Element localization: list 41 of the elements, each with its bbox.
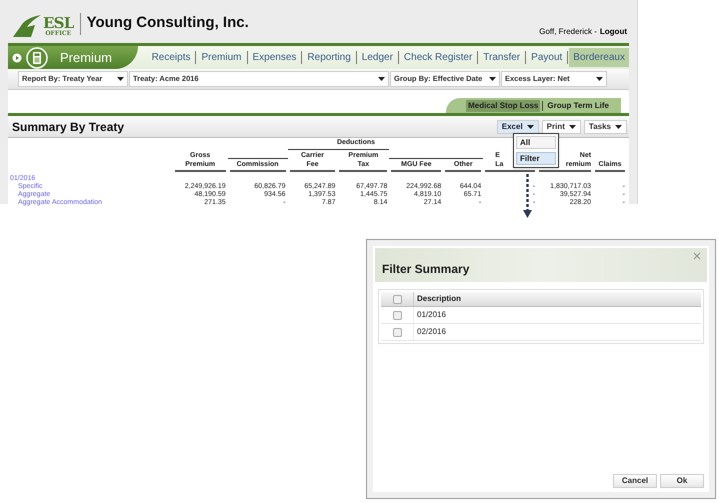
dialog-title: Filter Summary [382, 261, 470, 278]
close-icon[interactable] [693, 252, 701, 260]
menu-item[interactable]: Filter [516, 152, 556, 165]
action-button[interactable]: Tasks [584, 120, 627, 134]
action-button[interactable]: Excel [496, 120, 539, 134]
nav-tab[interactable]: Ledger [358, 48, 397, 67]
logout-link[interactable]: Logout [600, 26, 627, 38]
nav-tab[interactable]: Check Register [400, 48, 476, 67]
dialog-button[interactable]: Cancel [613, 474, 657, 488]
nav-tab[interactable]: Expenses [248, 48, 300, 67]
calculator-icon [26, 46, 48, 68]
checkbox[interactable] [392, 294, 402, 304]
nav-tab[interactable]: Payout [527, 48, 566, 67]
caret-icon [117, 77, 124, 81]
report-title: Summary By Treaty [12, 118, 124, 136]
nav-tab[interactable]: Transfer [479, 48, 524, 67]
table-cell-text: 01/2016 [416, 309, 446, 321]
checkbox[interactable] [392, 310, 402, 320]
action-button[interactable]: Print [542, 120, 581, 134]
nav-tab[interactable]: Receipts [148, 48, 194, 67]
module-title: Premium [60, 48, 112, 67]
caret-icon [568, 124, 576, 128]
nav-tab[interactable]: Reporting [303, 48, 355, 67]
menu-item[interactable]: All [516, 136, 556, 149]
caret-icon [526, 124, 534, 128]
table-cell-text: 02/2016 [416, 326, 446, 338]
caret-icon [378, 77, 385, 81]
caret-icon [615, 124, 622, 128]
sub-tab[interactable]: Group Term Life [545, 100, 611, 112]
nav-tab[interactable]: Bordereaux [569, 48, 629, 67]
sub-tab[interactable]: Medical Stop Loss [466, 100, 540, 112]
dashed-arrow [523, 174, 532, 219]
caret-icon [489, 77, 496, 81]
user-name: Goff, Frederick - [539, 26, 597, 38]
caret-icon [596, 77, 603, 81]
dialog-button[interactable]: Ok [660, 474, 704, 488]
company-name: Young Consulting, Inc. [86, 12, 249, 32]
checkbox[interactable] [392, 328, 402, 336]
nav-tab[interactable]: Premium [197, 48, 246, 67]
column-header: Description [416, 293, 462, 305]
play-icon[interactable] [12, 52, 22, 62]
